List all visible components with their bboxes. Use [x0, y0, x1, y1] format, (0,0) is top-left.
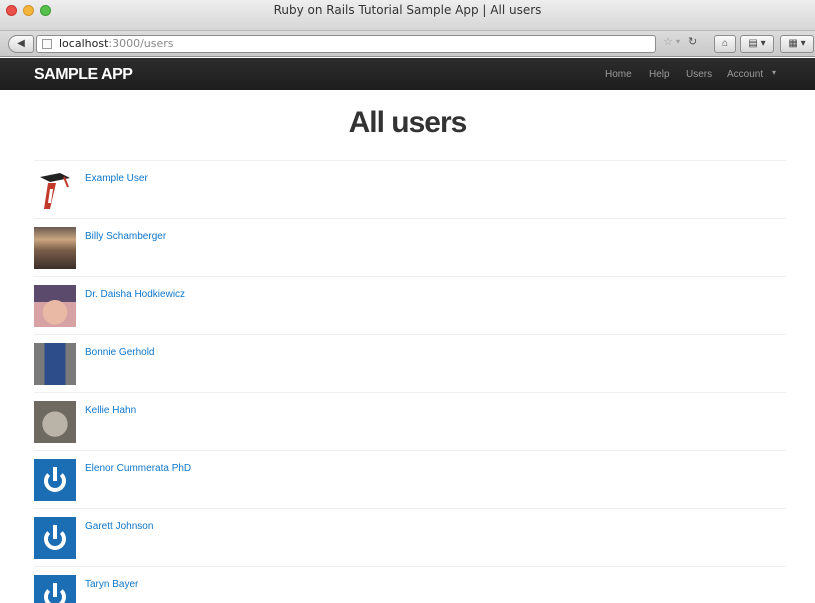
nav-link-users[interactable]: Users — [686, 69, 712, 80]
page-title: All users — [348, 106, 468, 139]
nav-account-dropdown[interactable]: Account — [727, 69, 763, 80]
user-link[interactable]: Example User — [85, 173, 148, 184]
window-titlebar: Ruby on Rails Tutorial Sample App | All … — [0, 0, 815, 31]
user-link[interactable]: Bonnie Gerhold — [85, 347, 155, 358]
list-item: Dr. Daisha Hodkiewicz — [34, 276, 786, 334]
list-item: Taryn Bayer — [34, 566, 786, 603]
power-icon-avatar[interactable] — [34, 459, 76, 501]
power-bar — [53, 525, 57, 539]
power-icon-avatar[interactable] — [34, 575, 76, 603]
list-item: Kellie Hahn — [34, 392, 786, 450]
caret-down-icon: ▾ — [772, 68, 777, 77]
list-item: Elenor Cummerata PhD — [34, 450, 786, 508]
list-item: Bonnie Gerhold — [34, 334, 786, 392]
nav-link-home[interactable]: Home — [605, 69, 632, 80]
url-path: :3000/users — [108, 37, 174, 50]
url-host: localhost — [59, 37, 109, 50]
user-link[interactable]: Billy Schamberger — [85, 231, 166, 242]
address-bar[interactable]: localhost:3000/users — [36, 35, 656, 53]
list-item: Billy Schamberger — [34, 218, 786, 276]
cat-photo-avatar[interactable] — [34, 401, 76, 443]
page-icon — [42, 39, 52, 49]
user-link[interactable]: Kellie Hahn — [85, 405, 136, 416]
users-list: Example User Billy Schamberger Dr. Daish… — [34, 160, 786, 603]
baby-photo-avatar[interactable] — [34, 285, 76, 327]
nav-link-help[interactable]: Help — [649, 69, 670, 80]
user-link[interactable]: Garett Johnson — [85, 521, 153, 532]
power-bar — [53, 467, 57, 481]
man-photo-avatar[interactable] — [34, 343, 76, 385]
window-title: Ruby on Rails Tutorial Sample App | All … — [273, 3, 542, 17]
toolbar-overflow-button[interactable]: ▦ ▾ — [780, 35, 814, 53]
back-button[interactable]: ◀ — [8, 35, 34, 53]
list-item: Garett Johnson — [34, 508, 786, 566]
brand-logo[interactable]: SAMPLE APP — [34, 66, 133, 84]
home-button[interactable]: ⌂ — [714, 35, 736, 53]
site-navbar: SAMPLE APP Home Help Users Account ▾ — [0, 58, 815, 90]
user-link[interactable]: Dr. Daisha Hodkiewicz — [85, 289, 185, 300]
user-link[interactable]: Elenor Cummerata PhD — [85, 463, 191, 474]
power-bar — [53, 583, 57, 597]
bookmark-star-icon[interactable]: ☆ — [663, 35, 673, 48]
history-dropdown-icon[interactable]: ▾ — [676, 37, 680, 46]
list-item: Example User — [34, 160, 786, 218]
rails-logo-avatar[interactable] — [34, 169, 76, 211]
sunset-photo-avatar[interactable] — [34, 227, 76, 269]
reload-icon[interactable]: ↻ — [688, 35, 697, 48]
power-icon-avatar[interactable] — [34, 517, 76, 559]
bookmarks-button[interactable]: ▤ ▾ — [740, 35, 774, 53]
user-link[interactable]: Taryn Bayer — [85, 579, 138, 590]
